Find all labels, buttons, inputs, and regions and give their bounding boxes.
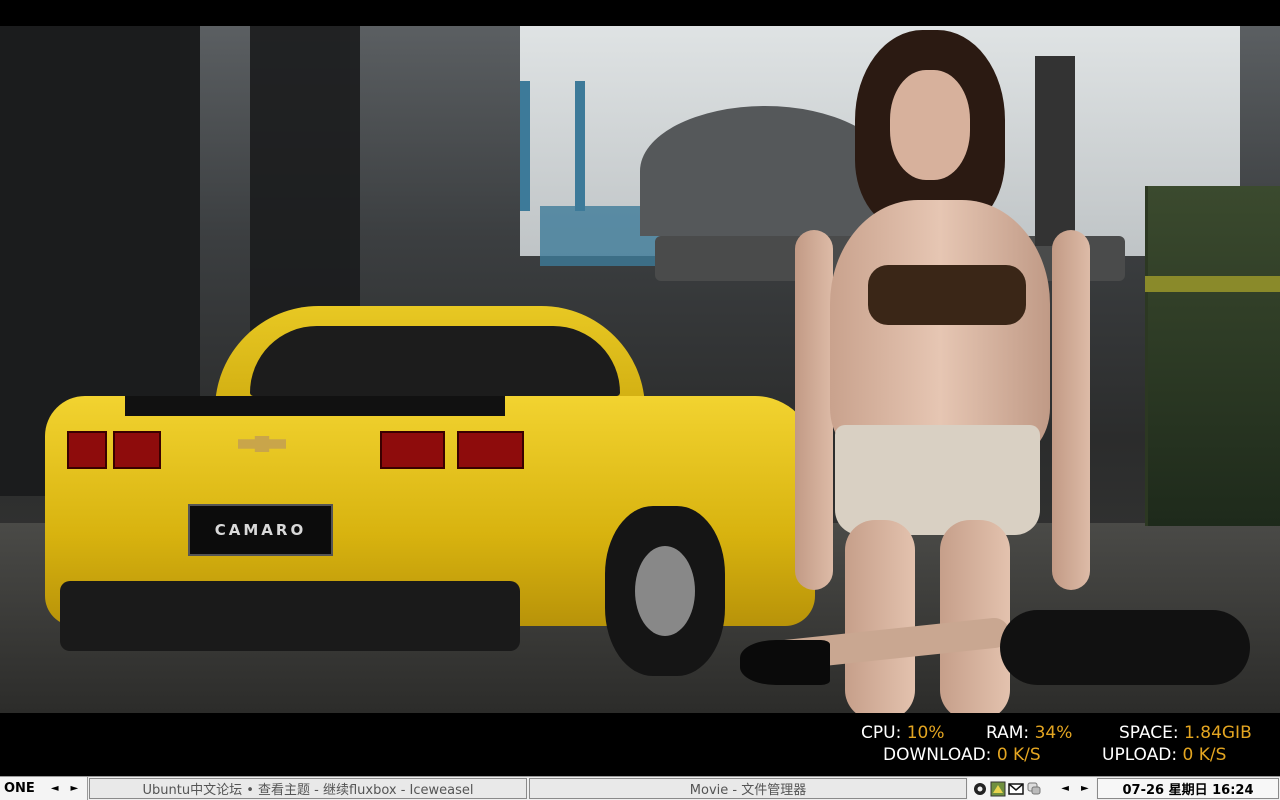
cpu-label: CPU: [861,723,902,743]
workspace-switcher: ONE ◄ ► [0,777,88,800]
car-bumper [60,581,520,651]
car-taillight [113,431,161,469]
wallpaper-train-stripe [1145,276,1280,292]
model-face [890,70,970,180]
space-stat: SPACE: 1.84GIB [1119,723,1252,743]
model-shorts [835,425,1040,535]
task-button-iceweasel[interactable]: Ubuntu中文论坛 • 查看主题 - 继续fluxbox - Icewease… [89,778,527,799]
space-value: 1.84GIB [1184,723,1252,743]
upload-label: UPLOAD: [1102,745,1178,765]
car-taillight [67,431,107,469]
upload-stat: UPLOAD: 0 K/S [1102,745,1226,765]
wallpaper-blue-beam [520,81,530,211]
download-stat: DOWNLOAD: 0 K/S [883,745,1041,765]
license-plate: CAMARO [188,504,333,556]
car-rim [635,546,695,636]
car-rear-window [250,326,620,396]
task-title: Ubuntu中文论坛 • 查看主题 - 继续fluxbox - Icewease… [142,783,474,798]
ram-label: RAM: [986,723,1030,743]
lying-shoe [740,640,830,685]
download-label: DOWNLOAD: [883,745,992,765]
workspace-prev-button[interactable]: ◄ [51,783,59,794]
wallpaper-train [1145,186,1280,526]
car-taillight [457,431,524,469]
system-monitor: CPU: 10% RAM: 34% SPACE: 1.84GIB DOWNLOA… [0,713,1280,776]
workspace-next-button[interactable]: ► [71,783,79,794]
space-label: SPACE: [1119,723,1179,743]
model-top [868,265,1026,325]
mail-icon[interactable] [1008,781,1024,797]
lying-body [1000,610,1250,685]
clock-text: 07-26 星期日 16:24 [1122,783,1254,798]
clock[interactable]: 07-26 星期日 16:24 [1097,778,1279,799]
upload-value: 0 K/S [1182,745,1227,765]
model-torso [830,200,1050,460]
car-stripe [125,396,505,416]
cpu-value: 10% [906,723,945,743]
wallpaper-car: CAMARO [45,296,815,676]
window-switch-arrows: ◄ ► [1054,777,1096,800]
wallpaper-lying-figure [740,600,1260,695]
ram-value: 34% [1034,723,1073,743]
ram-stat: RAM: 34% [986,723,1072,743]
car-wheel [605,506,725,676]
car-taillight [380,431,445,469]
model-arm [1052,230,1090,590]
wallpaper-blue-beam [575,81,585,211]
task-button-file-manager[interactable]: Movie - 文件管理器 [529,778,967,799]
model-arm [795,230,833,590]
record-icon[interactable] [972,781,988,797]
taskbar: ONE ◄ ► Ubuntu中文论坛 • 查看主题 - 继续fluxbox - … [0,776,1280,800]
window-prev-button[interactable]: ◄ [1061,783,1069,794]
workspace-name[interactable]: ONE [4,781,35,796]
cpu-stat: CPU: 10% [861,723,945,743]
window-next-button[interactable]: ► [1081,783,1089,794]
task-title: Movie - 文件管理器 [689,783,807,798]
chat-icon[interactable] [1026,781,1042,797]
network-icon[interactable] [990,781,1006,797]
download-value: 0 K/S [996,745,1041,765]
system-tray [968,777,1054,800]
